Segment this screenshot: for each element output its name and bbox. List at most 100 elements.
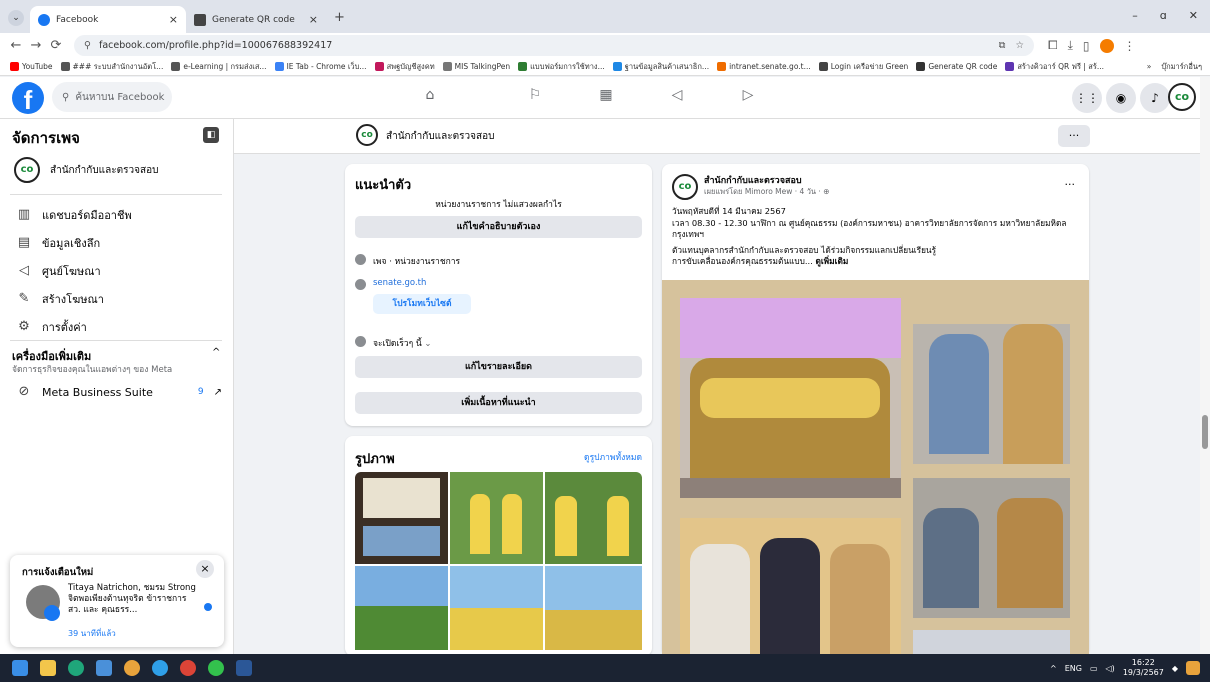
- forward-icon[interactable]: →: [26, 38, 46, 53]
- other-bookmarks-folder[interactable]: บุ๊กมาร์กอื่นๆ: [1161, 61, 1202, 73]
- bookmark-item[interactable]: Generate QR code: [916, 62, 997, 71]
- page-name[interactable]: สำนักกำกับและตรวจสอบ: [386, 129, 494, 144]
- photo-thumbnail[interactable]: [355, 566, 448, 650]
- menu-grid-icon[interactable]: ⋮⋮: [1072, 83, 1102, 113]
- sidebar-item-ad-center[interactable]: ◁ ศูนย์โฆษณา: [16, 262, 101, 280]
- clock[interactable]: 16:22 19/3/2567: [1123, 658, 1164, 678]
- megaphone-ads-icon[interactable]: ◁: [667, 87, 687, 107]
- edit-details-button[interactable]: แก้ไขรายละเอียด: [355, 356, 642, 378]
- bookmark-item[interactable]: แบบฟอร์มการใช้ทาง...: [518, 61, 605, 73]
- store-icon[interactable]: [96, 660, 112, 676]
- video-icon[interactable]: ▷: [738, 87, 758, 107]
- profile-avatar-icon[interactable]: [1099, 38, 1114, 53]
- minimize-button[interactable]: –: [1132, 9, 1138, 22]
- close-notification-button[interactable]: ×: [196, 560, 214, 578]
- post-photo-meeting[interactable]: [913, 324, 1070, 464]
- new-notification-popup[interactable]: การแจ้งเตือนใหม่ × Titaya Natrichon, ชมร…: [10, 555, 224, 647]
- volume-icon[interactable]: ◁): [1106, 664, 1115, 673]
- add-featured-button[interactable]: เพิ่มเนื้อหาที่แนะนำ: [355, 392, 642, 414]
- tab-list-dropdown-icon[interactable]: ⌄: [8, 10, 24, 26]
- close-window-button[interactable]: ✕: [1189, 9, 1198, 22]
- bookmark-item[interactable]: MIS TalkingPen: [442, 62, 510, 71]
- bookmark-item[interactable]: ### ระบบสำนักงานอัตโ...: [60, 61, 163, 73]
- scrollbar-thumb[interactable]: [1202, 415, 1208, 449]
- app-icon[interactable]: [152, 660, 168, 676]
- page-profile-avatar[interactable]: co: [1168, 83, 1196, 111]
- post-photo-table[interactable]: [913, 478, 1070, 618]
- notifications-bell-icon[interactable]: ♪: [1140, 83, 1170, 113]
- flag-pages-icon[interactable]: ⚐: [525, 87, 545, 107]
- bookmark-item[interactable]: ฐานข้อมูลสินค้าเสนาธิก...: [612, 61, 709, 73]
- photo-thumbnail[interactable]: [450, 566, 543, 650]
- search-input[interactable]: ⚲ ค้นหาบน Facebook: [52, 82, 172, 112]
- home-icon[interactable]: ⌂: [420, 87, 440, 107]
- windows-start-icon[interactable]: [12, 660, 28, 676]
- bookmark-item[interactable]: intranet.senate.go.t...: [717, 62, 811, 71]
- post-photo-speakers[interactable]: [680, 518, 901, 656]
- post-photo-group[interactable]: [680, 298, 901, 498]
- reload-icon[interactable]: ⟳: [46, 38, 66, 53]
- post-author[interactable]: สำนักกำกับและตรวจสอบ: [704, 173, 802, 187]
- collapse-sidebar-icon[interactable]: ◧: [203, 127, 219, 143]
- insights-icon[interactable]: ▦: [596, 87, 616, 107]
- site-info-icon[interactable]: ⚲: [84, 40, 91, 51]
- bookmark-star-icon[interactable]: ☆: [1015, 40, 1024, 51]
- messenger-icon[interactable]: ◉: [1106, 83, 1136, 113]
- sidepanel-icon[interactable]: ▯: [1083, 39, 1090, 53]
- post-photo-extra[interactable]: [913, 630, 1070, 656]
- meta-business-suite-link[interactable]: ⊘ Meta Business Suite 9 ↗: [16, 384, 222, 400]
- sidebar-item-settings[interactable]: ⚙ การตั้งค่า: [16, 318, 87, 336]
- chrome-menu-icon[interactable]: ⋮: [1124, 39, 1136, 53]
- edit-bio-button[interactable]: แก้ไขคำอธิบายตัวเอง: [355, 216, 642, 238]
- photo-thumbnail[interactable]: [545, 566, 642, 650]
- bookmark-item[interactable]: สพฐบัญชีสูงคท: [374, 61, 435, 73]
- tab-facebook[interactable]: Facebook ×: [30, 6, 186, 33]
- chevron-up-icon[interactable]: ^: [212, 347, 220, 358]
- new-tab-button[interactable]: +: [334, 10, 345, 25]
- back-icon[interactable]: ←: [6, 38, 26, 53]
- post-photo-collage[interactable]: [662, 280, 1089, 656]
- language-indicator[interactable]: ENG: [1065, 664, 1082, 673]
- tray-expand-icon[interactable]: ^: [1050, 664, 1057, 673]
- bookmark-item[interactable]: e-Learning | กรมส่งเส...: [171, 61, 267, 73]
- tab-title: Generate QR code: [212, 14, 295, 25]
- bookmark-item[interactable]: Login เครือข่าย Green: [818, 61, 908, 73]
- network-icon[interactable]: ▭: [1090, 664, 1098, 673]
- edge-icon[interactable]: [68, 660, 84, 676]
- facebook-logo-icon[interactable]: f: [12, 82, 44, 115]
- bookmark-item[interactable]: IE Tab - Chrome เว็บ...: [274, 61, 367, 73]
- notification-center-icon[interactable]: ◆: [1172, 664, 1178, 673]
- chrome-profile-icon[interactable]: [180, 660, 196, 676]
- translate-icon[interactable]: ⧉: [999, 40, 1006, 51]
- sidebar-item-create-ad[interactable]: ✎ สร้างโฆษณา: [16, 290, 104, 308]
- promote-website-button[interactable]: โปรโมทเว็บไซต์: [373, 294, 471, 314]
- file-explorer-icon[interactable]: [40, 660, 56, 676]
- hours-text[interactable]: จะเปิดเร็วๆ นี้ ⌄: [373, 336, 432, 350]
- bookmark-item[interactable]: สร้างคิวอาร์ QR ฟรี | สร้...: [1005, 61, 1104, 73]
- bookmark-item[interactable]: YouTube: [10, 62, 53, 71]
- page-scrollbar[interactable]: [1200, 77, 1210, 654]
- post-options-button[interactable]: ···: [1065, 178, 1076, 191]
- sidebar-item-insights[interactable]: ▤ ข้อมูลเชิงลึก: [16, 234, 100, 252]
- see-more-link[interactable]: ดูเพิ่มเติม: [815, 256, 848, 266]
- more-options-button[interactable]: ···: [1058, 125, 1090, 147]
- bookmarks-overflow-button[interactable]: »: [1147, 62, 1152, 71]
- website-link[interactable]: senate.go.th: [373, 278, 426, 288]
- close-tab-icon[interactable]: ×: [169, 13, 178, 26]
- sidebar-page-link[interactable]: co สำนักกำกับและตรวจสอบ: [14, 157, 158, 183]
- photo-thumbnail[interactable]: [450, 472, 543, 564]
- url-input[interactable]: ⚲ facebook.com/profile.php?id=1000676883…: [74, 35, 1034, 56]
- chrome-icon[interactable]: [124, 660, 140, 676]
- download-icon[interactable]: ⤓: [1068, 38, 1073, 53]
- widget-icon[interactable]: [1186, 661, 1200, 675]
- line-icon[interactable]: [208, 660, 224, 676]
- photo-thumbnail[interactable]: [545, 472, 642, 564]
- close-tab-icon[interactable]: ×: [309, 13, 318, 26]
- word-icon[interactable]: [236, 660, 252, 676]
- extensions-icon[interactable]: ⧠: [1048, 38, 1058, 53]
- photo-thumbnail[interactable]: [355, 472, 448, 564]
- sidebar-item-dashboard[interactable]: ▥ แดชบอร์ดมืออาชีพ: [16, 206, 132, 224]
- see-all-photos-link[interactable]: ดูรูปภาพทั้งหมด: [584, 450, 642, 464]
- restore-button[interactable]: ɑ: [1160, 9, 1167, 22]
- tab-generate-qr[interactable]: Generate QR code ×: [186, 6, 326, 33]
